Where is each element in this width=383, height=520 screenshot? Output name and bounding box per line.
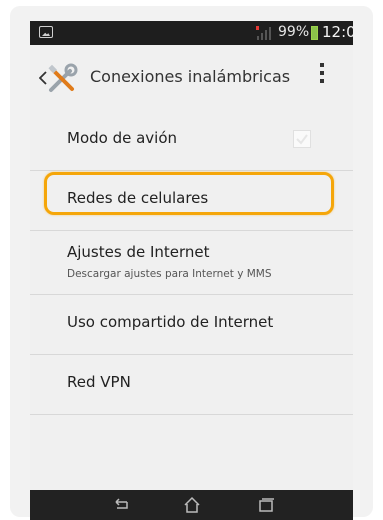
item-sublabel: Descargar ajustes para Internet y MMS [67,268,272,280]
gallery-notification-icon [39,26,53,38]
list-item-tethering[interactable]: Uso compartido de Internet [30,295,353,355]
item-label: Red VPN [67,373,131,391]
check-icon [296,134,308,145]
list-item-airplane-mode[interactable]: Modo de avión [30,111,353,171]
status-bar: 99% 12:00 [30,21,353,45]
navigation-bar [30,490,353,520]
clock: 12:00 [322,23,353,41]
back-icon[interactable] [111,496,131,514]
home-icon[interactable] [182,496,202,514]
list-item-vpn[interactable]: Red VPN [30,355,353,415]
item-label: Ajustes de Internet [67,243,210,261]
item-label: Modo de avión [67,129,178,147]
signal-icon [256,26,271,40]
highlight-ring [44,172,334,215]
battery-icon [311,26,318,40]
battery-percent: 99% [278,24,310,40]
list-item-internet-settings[interactable]: Ajustes de Internet Descargar ajustes pa… [30,231,353,295]
phone-screen: 99% 12:00 Conexiones inalámbricas Modo d… [30,21,353,520]
settings-tools-icon [48,63,78,92]
screen-title: Conexiones inalámbricas [90,67,291,86]
item-label: Uso compartido de Internet [67,313,274,331]
overflow-menu-icon[interactable] [318,63,326,93]
action-bar: Conexiones inalámbricas [30,45,353,111]
airplane-mode-checkbox[interactable] [293,130,311,148]
recent-apps-icon[interactable] [256,496,276,514]
list-item-mobile-networks[interactable]: Redes de celulares [30,171,353,231]
settings-list: Modo de avión Redes de celulares Ajustes… [30,111,353,415]
